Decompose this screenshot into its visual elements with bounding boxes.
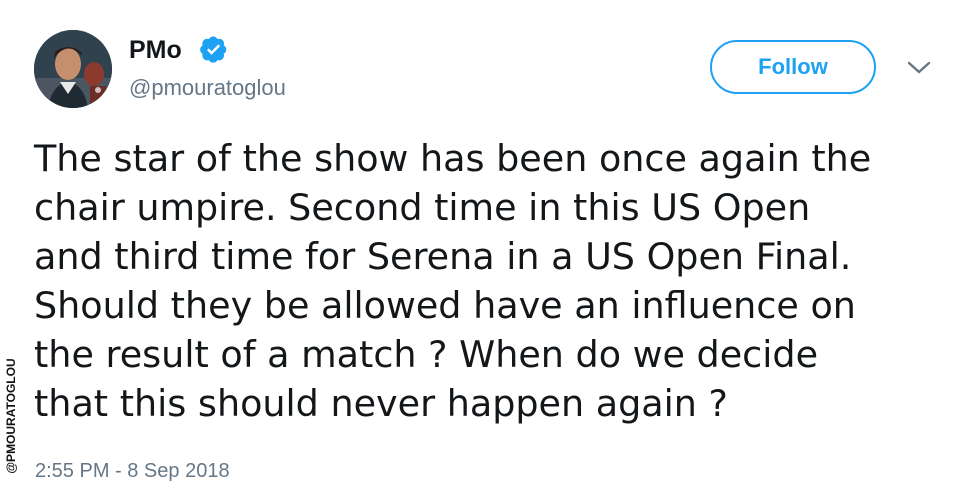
author-display-name[interactable]: PMo [129, 33, 182, 67]
verified-check-icon [200, 36, 227, 63]
tweet-text-line: and third time for Serena in a US Open F… [34, 235, 852, 278]
chevron-down-icon[interactable] [906, 60, 932, 76]
tweet-text: The star of the show has been once again… [34, 134, 939, 428]
profile-avatar[interactable] [34, 30, 112, 108]
tweet-timestamp[interactable]: 2:55 PM - 8 Sep 2018 [35, 457, 230, 485]
tweet-text-line: that this should never happen again ? [34, 382, 728, 425]
tweet-text-line: Should they be allowed have an influence… [34, 284, 856, 327]
tweet-text-line: The star of the show has been once again… [34, 137, 872, 180]
tweet-text-line: the result of a match ? When do we decid… [34, 333, 819, 376]
tweet-text-line: chair umpire. Second time in this US Ope… [34, 186, 811, 229]
author-handle[interactable]: @pmouratoglou [129, 74, 286, 102]
follow-button[interactable]: Follow [710, 40, 876, 94]
source-watermark: @PMOURATOGLOU [4, 358, 18, 474]
